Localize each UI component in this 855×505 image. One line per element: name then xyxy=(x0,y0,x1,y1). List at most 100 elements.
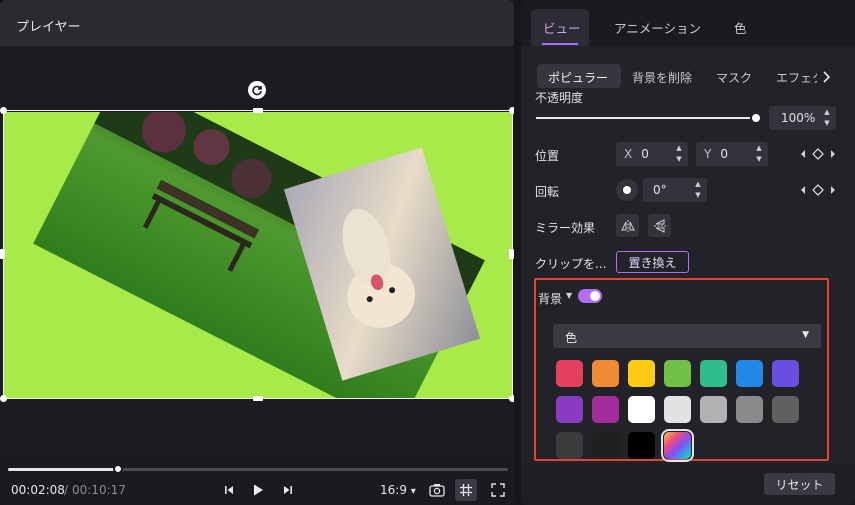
resize-handle-top[interactable] xyxy=(253,108,263,113)
grid-icon xyxy=(460,484,472,496)
color-swatch[interactable] xyxy=(628,432,655,459)
player-header: プレイヤー xyxy=(0,0,514,46)
resize-handle-top-right[interactable] xyxy=(509,107,514,114)
resize-handle-bottom-left[interactable] xyxy=(0,395,7,402)
stepper-icon[interactable]: ▲ ▼ xyxy=(674,144,684,164)
replace-clip-button[interactable]: 置き換え xyxy=(616,251,689,273)
color-swatch[interactable] xyxy=(700,360,727,387)
caret-down-icon: ▼ xyxy=(802,330,809,340)
color-swatch[interactable] xyxy=(592,396,619,423)
background-type-value: 色 xyxy=(565,331,578,345)
stepper-icon[interactable]: ▲ ▼ xyxy=(822,108,832,128)
position-y-label: Y xyxy=(704,147,712,161)
next-frame-button[interactable] xyxy=(280,480,296,500)
flip-horizontal-icon xyxy=(620,219,635,232)
position-x-label: X xyxy=(624,147,633,161)
subtabs-bar: ポピュラー 背景を削除 マスク エフェクト xyxy=(535,63,839,89)
chevron-right-icon[interactable] xyxy=(817,66,835,88)
color-swatch[interactable] xyxy=(772,360,799,387)
color-swatch[interactable] xyxy=(592,360,619,387)
color-swatch[interactable] xyxy=(772,396,799,423)
position-label: 位置 xyxy=(535,149,560,163)
player-panel: プレイヤー 00:02:08 / 00:10:17 16:9 ▾ xyxy=(0,0,514,505)
total-time: 00:10:17 xyxy=(72,483,126,497)
keyframe-nav-position[interactable] xyxy=(800,148,836,163)
background-toggle[interactable] xyxy=(578,289,602,303)
flip-vertical-button[interactable] xyxy=(648,214,671,237)
background-label: 背景 xyxy=(538,292,563,306)
snapshot-button[interactable] xyxy=(427,480,447,500)
rotation-input[interactable]: 0° ▲ ▼ xyxy=(643,178,707,202)
play-button[interactable] xyxy=(249,480,267,500)
camera-icon xyxy=(429,484,445,497)
color-swatch[interactable] xyxy=(664,396,691,423)
fullscreen-button[interactable] xyxy=(489,480,507,500)
opacity-slider[interactable] xyxy=(536,112,762,124)
current-time: 00:02:08 xyxy=(11,483,65,497)
color-swatch[interactable] xyxy=(592,432,619,459)
gradient-swatch[interactable] xyxy=(661,429,694,462)
position-y-value: 0 xyxy=(720,147,728,161)
preview-canvas[interactable] xyxy=(4,112,512,398)
tab-animation[interactable]: アニメーション xyxy=(614,18,701,37)
playback-progress[interactable] xyxy=(8,464,508,474)
active-tab-indicator xyxy=(542,43,578,45)
tab-color[interactable]: 色 xyxy=(734,18,747,37)
progress-fill xyxy=(8,468,118,471)
opacity-slider-knob[interactable] xyxy=(750,112,762,124)
keyframe-nav-rotation[interactable] xyxy=(800,184,836,199)
keyframe-icon xyxy=(801,184,835,196)
grid-toggle-button[interactable] xyxy=(455,479,477,501)
color-swatch[interactable] xyxy=(556,360,583,387)
flip-horizontal-button[interactable] xyxy=(616,214,639,237)
rotation-label: 回転 xyxy=(535,185,560,199)
subtab-remove-background[interactable]: 背景を削除 xyxy=(632,69,692,86)
fullscreen-icon xyxy=(491,483,505,497)
prev-frame-icon xyxy=(225,486,233,494)
color-swatch[interactable] xyxy=(556,396,583,423)
color-swatch[interactable] xyxy=(736,360,763,387)
resize-handle-left[interactable] xyxy=(0,249,5,259)
mirror-label: ミラー効果 xyxy=(535,221,596,235)
rotate-icon[interactable] xyxy=(248,81,266,99)
chevron-down-icon: ▾ xyxy=(410,486,416,497)
color-swatch[interactable] xyxy=(736,396,763,423)
opacity-input[interactable]: 100% ▲ ▼ xyxy=(769,106,836,130)
tab-view[interactable]: ビュー xyxy=(543,18,581,37)
color-swatch[interactable] xyxy=(628,396,655,423)
opacity-label: 不透明度 xyxy=(535,91,584,105)
keyframe-icon xyxy=(801,148,835,160)
color-swatch[interactable] xyxy=(664,360,691,387)
properties-tabs: ビュー アニメーション 色 xyxy=(521,0,855,46)
play-icon xyxy=(254,484,263,496)
clip-label: クリップを... xyxy=(535,257,607,271)
color-swatch[interactable] xyxy=(556,432,583,459)
time-separator: / xyxy=(64,483,69,497)
rotation-value: 0° xyxy=(653,183,667,197)
subtab-mask[interactable]: マスク xyxy=(716,69,752,86)
toggle-knob xyxy=(590,291,600,301)
opacity-value: 100% xyxy=(781,111,816,125)
background-section: 背景 ▼ 色 ▼ xyxy=(534,278,829,462)
resize-handle-top-left[interactable] xyxy=(0,107,7,114)
subtab-popular[interactable]: ポピュラー xyxy=(548,69,608,86)
aspect-ratio-select[interactable]: 16:9 ▾ xyxy=(380,483,416,497)
resize-handle-bottom-right[interactable] xyxy=(509,395,514,402)
rotation-dial-icon[interactable] xyxy=(616,179,638,201)
position-x-input[interactable]: X 0 ▲ ▼ xyxy=(616,142,688,166)
background-type-select[interactable]: 色 ▼ xyxy=(553,324,821,348)
caret-down-icon[interactable]: ▼ xyxy=(566,291,572,300)
prev-frame-button[interactable] xyxy=(221,480,237,500)
resize-handle-right[interactable] xyxy=(509,249,514,259)
aspect-ratio-value: 16:9 xyxy=(380,483,407,497)
resize-handle-bottom[interactable] xyxy=(253,396,263,401)
properties-panel: ビュー アニメーション 色 ポピュラー 背景を削除 マスク エフェクト 不透明度… xyxy=(521,0,855,505)
color-swatch[interactable] xyxy=(628,360,655,387)
stepper-icon[interactable]: ▲ ▼ xyxy=(754,144,764,164)
color-swatch[interactable] xyxy=(700,396,727,423)
next-frame-icon xyxy=(284,486,292,494)
stepper-icon[interactable]: ▲ ▼ xyxy=(693,180,703,200)
reset-button[interactable]: リセット xyxy=(764,473,835,495)
playhead-knob[interactable] xyxy=(113,464,123,474)
position-y-input[interactable]: Y 0 ▲ ▼ xyxy=(696,142,768,166)
